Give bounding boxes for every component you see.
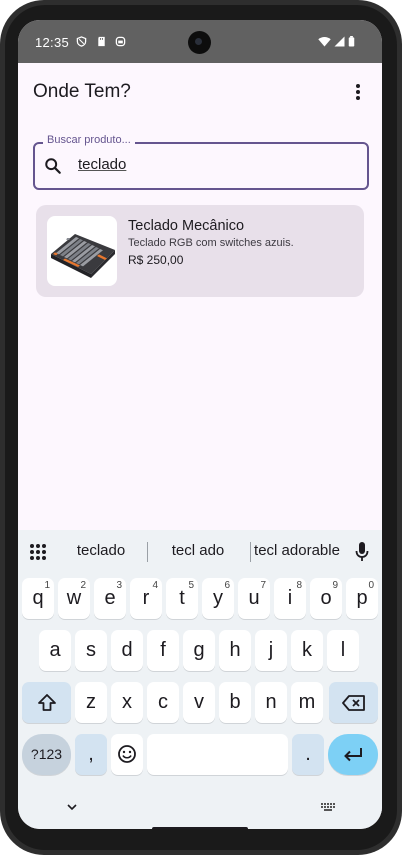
comma-key[interactable]: , (75, 734, 107, 775)
key-label: z (86, 691, 96, 713)
product-description: Teclado RGB com switches azuis. (128, 237, 294, 249)
key-hint: 2 (80, 580, 86, 591)
period-key[interactable]: . (292, 734, 324, 775)
key-p[interactable]: 0p (346, 578, 378, 619)
key-k[interactable]: k (291, 630, 323, 671)
shift-key[interactable] (22, 682, 71, 723)
suggestion-2[interactable]: tecl ado (158, 542, 238, 559)
app-title: Onde Tem? (33, 81, 131, 102)
search-icon (45, 158, 61, 174)
front-camera (188, 31, 211, 54)
more-vert-icon[interactable] (348, 82, 368, 104)
key-a[interactable]: a (39, 630, 71, 671)
key-s[interactable]: s (75, 630, 107, 671)
key-label: . (305, 743, 311, 765)
key-hint: 7 (260, 580, 266, 591)
home-gesture-bar[interactable] (152, 827, 248, 829)
key-v[interactable]: v (183, 682, 215, 723)
signal-icon (334, 36, 345, 47)
key-hint: 0 (368, 580, 374, 591)
key-hint: 9 (332, 580, 338, 591)
key-e[interactable]: 3e (94, 578, 126, 619)
key-z[interactable]: z (75, 682, 107, 723)
key-hint: 1 (44, 580, 50, 591)
android-icon (115, 36, 126, 47)
key-label: b (229, 691, 241, 713)
key-label: x (122, 691, 132, 713)
key-y[interactable]: 6y (202, 578, 234, 619)
shield-icon (76, 36, 87, 47)
product-price: R$ 250,00 (128, 253, 184, 267)
key-t[interactable]: 5t (166, 578, 198, 619)
key-label: a (49, 639, 61, 661)
key-label: k (302, 639, 312, 661)
suggestion-divider (147, 542, 148, 562)
space-key[interactable] (147, 734, 288, 775)
key-label: g (193, 639, 205, 661)
key-d[interactable]: d (111, 630, 143, 671)
key-label: h (229, 639, 241, 661)
key-hint: 4 (152, 580, 158, 591)
soft-keyboard: teclado tecl ado tecl adorable 1q 2w 3e … (18, 530, 382, 829)
key-label: d (121, 639, 133, 661)
keyboard-switch-icon[interactable] (320, 802, 336, 812)
key-c[interactable]: c (147, 682, 179, 723)
product-card[interactable]: Teclado Mecânico Teclado RGB com switche… (36, 205, 364, 297)
key-label: , (88, 743, 94, 765)
key-label: c (158, 691, 168, 713)
hide-keyboard-icon[interactable] (66, 801, 78, 813)
key-w[interactable]: 2w (58, 578, 90, 619)
mic-icon[interactable] (354, 541, 370, 563)
key-x[interactable]: x (111, 682, 143, 723)
key-f[interactable]: f (147, 630, 179, 671)
apps-grid-icon[interactable] (28, 542, 48, 562)
keyboard-image (51, 234, 115, 278)
suggestion-1[interactable]: teclado (66, 542, 136, 559)
emoji-key[interactable] (111, 734, 143, 775)
key-b[interactable]: b (219, 682, 251, 723)
search-label: Buscar produto... (43, 134, 135, 146)
key-n[interactable]: n (255, 682, 287, 723)
symbols-key[interactable]: ?123 (22, 734, 71, 775)
product-name: Teclado Mecânico (128, 218, 245, 234)
enter-key[interactable] (328, 734, 378, 775)
key-label: ?123 (30, 746, 63, 762)
key-j[interactable]: j (255, 630, 287, 671)
status-bar: 12:35 (18, 20, 382, 63)
key-l[interactable]: l (327, 630, 359, 671)
key-hint: 5 (188, 580, 194, 591)
key-m[interactable]: m (291, 682, 323, 723)
key-h[interactable]: h (219, 630, 251, 671)
key-hint: 8 (296, 580, 302, 591)
wifi-icon (318, 36, 331, 47)
emoji-icon (118, 745, 136, 763)
status-time: 12:35 (35, 35, 70, 50)
key-label: f (160, 639, 166, 661)
key-q[interactable]: 1q (22, 578, 54, 619)
key-i[interactable]: 8i (274, 578, 306, 619)
enter-icon (344, 748, 362, 762)
key-label: j (268, 639, 274, 661)
key-label: l (340, 639, 346, 661)
key-label: m (298, 691, 316, 713)
backspace-key[interactable] (329, 682, 378, 723)
key-u[interactable]: 7u (238, 578, 270, 619)
key-label: n (265, 691, 277, 713)
battery-icon (348, 36, 355, 47)
phone-screen: 12:35 Onde Tem? Buscar produto... teclad… (18, 20, 382, 829)
key-label: v (194, 691, 204, 713)
product-image (47, 216, 117, 286)
suggestion-divider (250, 542, 251, 562)
key-g[interactable]: g (183, 630, 215, 671)
sd-card-icon (98, 36, 105, 47)
backspace-icon (341, 695, 365, 711)
key-label: s (86, 639, 96, 661)
key-o[interactable]: 9o (310, 578, 342, 619)
key-hint: 3 (116, 580, 122, 591)
search-input[interactable]: teclado (78, 156, 126, 173)
key-r[interactable]: 4r (130, 578, 162, 619)
key-hint: 6 (224, 580, 230, 591)
suggestion-3[interactable]: tecl adorable (254, 542, 340, 559)
shift-icon (37, 694, 56, 711)
